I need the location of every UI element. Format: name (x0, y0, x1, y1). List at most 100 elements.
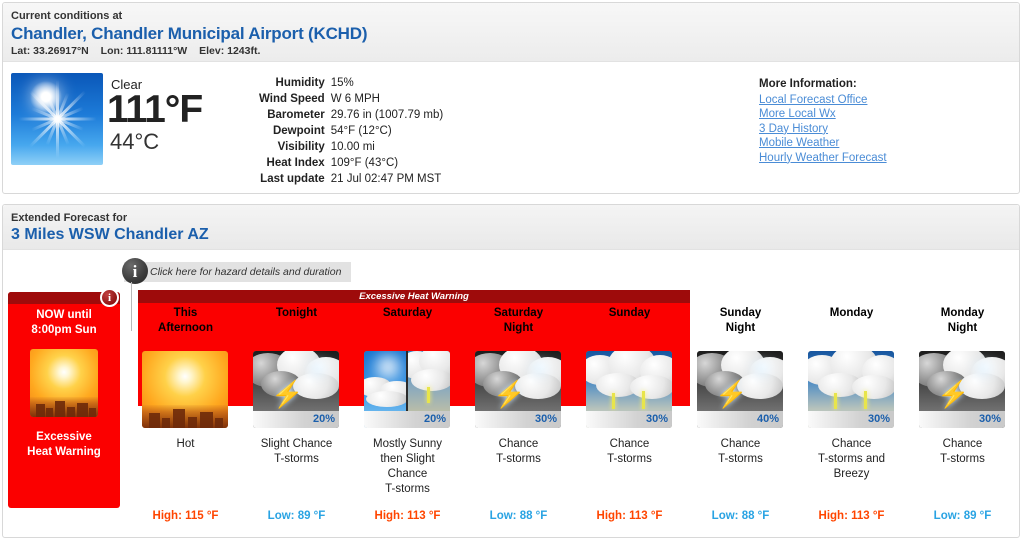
forecast-temperature: Low: 88 °F (711, 510, 770, 522)
forecast-temperature: High: 113 °F (374, 510, 441, 522)
forecast-description: Chance T-storms (496, 438, 541, 465)
longitude-value: Lon: 111.81111°W (100, 45, 188, 57)
current-conditions-details: Humidity 15% Wind Speed W 6 MPH Barometer 29.… (259, 77, 443, 189)
precip-probability: 40% (697, 411, 783, 428)
current-conditions-panel: Current conditions at Chandler, Chandler… (2, 2, 1020, 194)
more-information-block: More Information: Local Forecast Office M… (759, 78, 887, 165)
detail-value: 109°F (43°C) (330, 157, 399, 169)
current-temp-fahrenheit: 111°F (107, 88, 203, 131)
hot-sun-city-icon (30, 349, 98, 417)
detail-row: Heat Index 109°F (43°C) (259, 157, 443, 173)
forecast-period-name: Monday Night (940, 307, 985, 334)
forecast-temperature: Low: 89 °F (933, 510, 992, 522)
detail-value: 54°F (12°C) (330, 125, 392, 137)
night-tstorms-icon: ⚡30% (475, 351, 561, 428)
detail-value: W 6 MPH (330, 93, 380, 105)
precip-probability: 30% (475, 411, 561, 428)
forecast-period-column[interactable]: This Afternoon Hot High: 115 °F (130, 306, 241, 526)
detail-row: Last update 21 Jul 02:47 PM MST (259, 173, 443, 189)
forecast-period-name: Saturday Night (493, 307, 544, 334)
precip-probability: 20% (253, 411, 339, 428)
forecast-description: Chance T-storms (940, 438, 985, 465)
forecast-temperature: High: 115 °F (152, 510, 219, 522)
hot-sun-city-icon (142, 351, 228, 428)
detail-row: Dewpoint 54°F (12°C) (259, 125, 443, 141)
latitude-value: Lat: 33.26917°N (11, 45, 89, 57)
station-name: Chandler, Chandler Municipal Airport (KC… (11, 24, 368, 43)
forecast-period-column[interactable]: Tonight ⚡20% Slight ChanceT-storms Low: 89 … (241, 306, 352, 526)
active-alert-card[interactable]: i NOW until 8:00pm Sun Excessive Heat Wa… (8, 288, 120, 508)
station-coordinates: Lat: 33.26917°N Lon: 111.81111°W Elev: 1… (11, 45, 269, 57)
detail-label: Barometer (267, 109, 325, 121)
more-information-title: More Information: (759, 78, 857, 90)
sun-clear-icon (11, 73, 103, 165)
more-info-link[interactable]: Hourly Weather Forecast (759, 151, 887, 165)
precip-probability: 30% (808, 411, 894, 428)
forecast-period-column[interactable]: Sunday 30% Chance T-storms High: 113 °F (574, 306, 685, 526)
forecast-period-name: Monday (829, 307, 874, 319)
alert-timeframe: NOW until 8:00pm Sun (8, 308, 120, 338)
hazard-details-button[interactable]: Click here for hazard details and durati… (124, 262, 352, 282)
forecast-period-name: Sunday Night (719, 307, 762, 334)
forecast-description: Hot (176, 438, 195, 450)
sunny-then-tstorms-icon: 20% (364, 351, 450, 428)
info-icon[interactable]: i (122, 258, 148, 284)
detail-row: Barometer 29.76 in (1007.79 mb) (259, 109, 443, 125)
elevation-value: Elev: 1243ft. (199, 45, 261, 57)
details-table: Humidity 15% Wind Speed W 6 MPH Barometer 29.… (259, 77, 443, 189)
day-tstorms-icon: 30% (586, 351, 672, 428)
alert-timeframe-line1: NOW until (36, 309, 92, 321)
detail-label: Last update (260, 173, 325, 185)
alert-label-line2: Heat Warning (27, 446, 101, 458)
alert-info-icon[interactable]: i (100, 288, 119, 307)
forecast-description: Mostly Sunny then Slight Chance T-storms (372, 438, 443, 495)
alert-timeframe-line2: 8:00pm Sun (31, 324, 97, 336)
day-tstorms-icon: 30% (808, 351, 894, 428)
extended-forecast-header: Extended Forecast for 3 Miles WSW Chandl… (3, 205, 1019, 250)
detail-value: 21 Jul 02:47 PM MST (330, 173, 442, 185)
precip-probability: 20% (364, 411, 450, 428)
detail-value: 15% (330, 77, 354, 89)
forecast-temperature: High: 113 °F (596, 510, 663, 522)
forecast-period-name: Sunday (608, 307, 651, 319)
forecast-period-column[interactable]: Saturday 20% Mostly Sunny then Slight Chance… (352, 306, 463, 526)
detail-label: Visibility (277, 141, 325, 153)
forecast-period-name: This Afternoon (158, 307, 213, 334)
detail-row: Wind Speed W 6 MPH (259, 93, 443, 109)
detail-value: 10.00 mi (330, 141, 375, 153)
more-info-link[interactable]: More Local Wx (759, 107, 887, 121)
forecast-period-column[interactable]: Monday 30% Chance T-storms and Breezy High: 1… (796, 306, 907, 526)
detail-label: Wind Speed (259, 93, 325, 105)
forecast-period-column[interactable]: SundayNight ⚡40% ChanceT-storms Low: 88 °F (685, 306, 796, 526)
forecast-description: Slight Chance T-storms (260, 438, 333, 465)
forecast-description: Chance T-storms (607, 438, 652, 465)
alert-label-line1: Excessive (36, 431, 92, 443)
night-tstorms-icon: ⚡20% (253, 351, 339, 428)
more-info-link[interactable]: 3 Day History (759, 122, 887, 136)
detail-row: Humidity 15% (259, 77, 443, 93)
current-conditions-header: Current conditions at Chandler, Chandler… (3, 3, 1019, 62)
forecast-temperature: High: 113 °F (818, 510, 885, 522)
weather-page: Current conditions at Chandler, Chandler… (0, 0, 1024, 541)
night-tstorms-icon: ⚡40% (697, 351, 783, 428)
forecast-description: Chance T-storms (718, 438, 763, 465)
precip-probability: 30% (586, 411, 672, 428)
more-info-link[interactable]: Mobile Weather (759, 136, 887, 150)
alert-label: Excessive Heat Warning (8, 430, 120, 460)
forecast-temperature: Low: 89 °F (267, 510, 326, 522)
detail-label: Dewpoint (272, 125, 325, 137)
night-tstorms-icon: ⚡30% (919, 351, 1005, 428)
precip-probability: 30% (919, 411, 1005, 428)
extended-forecast-subtitle: Extended Forecast for (11, 212, 128, 224)
forecast-period-column[interactable]: MondayNight ⚡30% ChanceT-storms Low: 89 °F (907, 306, 1018, 526)
more-info-link[interactable]: Local Forecast Office (759, 93, 887, 107)
detail-label: Humidity (275, 77, 325, 89)
detail-row: Visibility 10.00 mi (259, 141, 443, 157)
hazard-band-title: Excessive Heat Warning (138, 290, 690, 303)
forecast-period-column[interactable]: SaturdayNight ⚡30% ChanceT-storms Low: 88 °… (463, 306, 574, 526)
forecast-period-name: Tonight (275, 307, 318, 319)
forecast-location: 3 Miles WSW Chandler AZ (11, 226, 209, 243)
forecast-period-name: Saturday (382, 307, 433, 319)
detail-label: Heat Index (266, 157, 325, 169)
forecast-temperature: Low: 88 °F (489, 510, 548, 522)
